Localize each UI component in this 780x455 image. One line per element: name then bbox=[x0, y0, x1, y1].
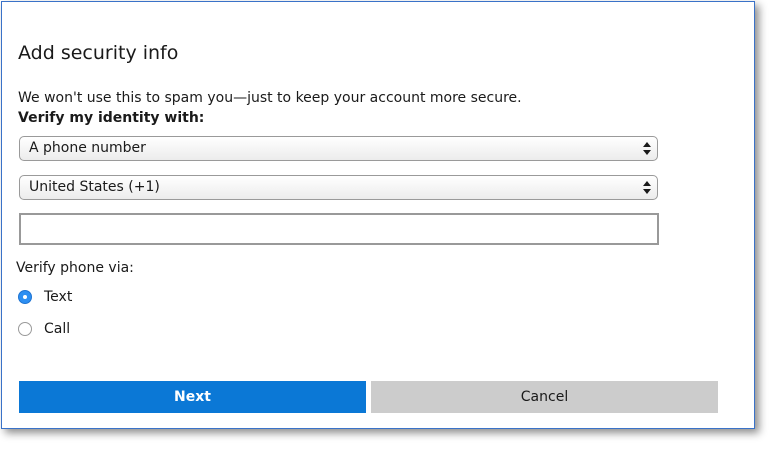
add-security-info-dialog: Add security info We won't use this to s… bbox=[1, 1, 755, 429]
verify-identity-label: Verify my identity with: bbox=[18, 110, 205, 126]
verify-phone-via-label: Verify phone via: bbox=[16, 260, 134, 276]
radio-button-text[interactable] bbox=[18, 290, 32, 304]
dialog-title: Add security info bbox=[18, 42, 179, 64]
radio-button-call[interactable] bbox=[18, 322, 32, 336]
verification-method-value: A phone number bbox=[29, 140, 146, 156]
radio-option-call[interactable]: Call bbox=[18, 321, 70, 337]
country-code-value: United States (+1) bbox=[29, 179, 160, 195]
verification-method-select[interactable]: A phone number bbox=[19, 136, 658, 161]
select-arrows-icon bbox=[643, 142, 651, 155]
dialog-description: We won't use this to spam you—just to ke… bbox=[18, 90, 522, 106]
phone-number-input[interactable] bbox=[19, 213, 659, 245]
next-button[interactable]: Next bbox=[19, 381, 366, 413]
radio-option-text[interactable]: Text bbox=[18, 289, 72, 305]
select-arrows-icon bbox=[643, 181, 651, 194]
cancel-button[interactable]: Cancel bbox=[371, 381, 718, 413]
country-code-select[interactable]: United States (+1) bbox=[19, 175, 658, 200]
radio-label-call: Call bbox=[44, 321, 71, 337]
radio-label-text: Text bbox=[44, 289, 73, 305]
